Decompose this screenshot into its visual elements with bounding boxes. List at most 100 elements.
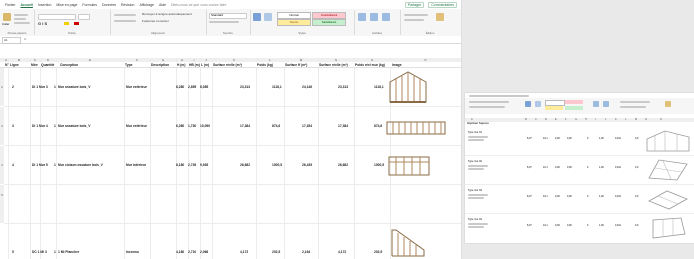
side-cell-val[interactable]: 1,00 [599, 195, 604, 198]
cell-hb[interactable]: 2,710 [188, 250, 196, 254]
merge-center-button[interactable]: Fusionner et centrer [142, 19, 169, 23]
insert-cells-icon[interactable] [358, 13, 366, 21]
cell-n[interactable]: 5 [12, 250, 14, 254]
name-box[interactable]: A1 [2, 37, 21, 44]
menu-fichier[interactable]: Fichier [5, 3, 16, 7]
side-cell-val[interactable]: 0,00 [555, 166, 560, 169]
side-cell-val[interactable]: 10,1 [543, 224, 548, 227]
bold-italic-underline-icons[interactable]: G I S [38, 21, 47, 26]
cell-poids-reel[interactable]: 874,6 [374, 124, 382, 128]
cell-hb[interactable]: 2,895 [188, 85, 196, 89]
menu-affichage[interactable]: Affichage [139, 3, 154, 7]
cell-conception[interactable]: Mur ossature bois_V [58, 85, 90, 89]
side-col-i[interactable]: I [595, 118, 596, 121]
side-col-o[interactable]: O [660, 118, 662, 121]
cell-ligne[interactable]: DC 1 Mi 3 [32, 250, 47, 254]
side-cell-val[interactable]: 0,00 [555, 224, 560, 227]
side-cell-val[interactable]: 0 [587, 224, 588, 227]
cell-poids-reel[interactable]: 1118,1 [374, 85, 384, 89]
style-normal[interactable]: Normal [277, 12, 311, 19]
side-cell-val[interactable]: 0,00 [567, 195, 572, 198]
side-cell-val[interactable]: 0,011 [615, 224, 621, 227]
side-cell-val[interactable]: 8,07 [527, 224, 532, 227]
cell-qty[interactable]: 1 [54, 250, 56, 254]
table-row[interactable]: 5 DC 1 Mi 3 1 1 Mi Plancher Inconnu 4,18… [4, 185, 461, 254]
cell-l[interactable]: 2,066 [200, 250, 208, 254]
side-table-row[interactable]: Type mur 04 8,07 10,1 0,00 0,00 0 1,00 0… [465, 214, 694, 242]
side-table-row[interactable]: Type mur 03 8,07 10,1 0,00 0,00 0 1,00 0… [465, 185, 694, 214]
cell-h[interactable]: 6,280 [176, 124, 184, 128]
fill-color-icon[interactable] [64, 22, 69, 25]
share-button[interactable]: Partager [404, 1, 425, 8]
format-cells-icon[interactable] [382, 13, 390, 21]
cell-qty[interactable]: 1 [54, 124, 56, 128]
side-table-row[interactable]: Type mur 02 8,07 10,1 0,00 0,00 0 1,00 0… [465, 156, 694, 185]
cell-surface-reelle[interactable]: 23,313 [338, 85, 348, 89]
side-cell-val[interactable]: 0,011 [615, 166, 621, 169]
cell-poids[interactable]: 1118,1 [272, 85, 282, 89]
cell-surface[interactable]: 17,384 [240, 124, 250, 128]
side-cell-val[interactable]: 0,0 [635, 166, 638, 169]
menu-donnees[interactable]: Données [102, 3, 116, 7]
cell-qty[interactable]: 1 [54, 163, 56, 167]
side-cell-val[interactable]: 0,00 [567, 224, 572, 227]
side-cell-val[interactable]: 10,1 [543, 195, 548, 198]
cell-surface-reelle[interactable]: 26,682 [338, 163, 348, 167]
side-cell-desc[interactable]: Type mur 02 [468, 160, 482, 163]
cell-type[interactable]: Mur intérieur [126, 163, 146, 167]
side-col-d[interactable]: D [545, 118, 547, 121]
cell-conception[interactable]: Mur ossature bois_V [58, 124, 90, 128]
side-col-a[interactable]: A [471, 118, 473, 121]
side-cell-val[interactable]: 0,00 [555, 137, 560, 140]
cell-conception[interactable]: Mur cloison ossature bois_V [58, 163, 103, 167]
side-cells-icon-2[interactable] [603, 101, 609, 107]
cell-h[interactable]: 4,180 [176, 250, 184, 254]
cell-type[interactable]: Inconnu [126, 250, 139, 254]
menu-formules[interactable]: Formules [82, 3, 97, 7]
side-style-good[interactable] [565, 106, 583, 110]
side-col-n[interactable]: N [645, 118, 647, 121]
side-cell-desc[interactable]: Type mur 03 [468, 189, 482, 192]
side-cell-desc[interactable]: Type mur 01 [468, 131, 482, 134]
side-cell-val[interactable]: 8,07 [527, 195, 532, 198]
side-cell-val[interactable]: 0 [587, 166, 588, 169]
cell-h[interactable]: 8,280 [176, 85, 184, 89]
wrap-text-button[interactable]: Renvoyer à la ligne automatiquement [142, 12, 192, 16]
cell-poids-reel[interactable]: 202,5 [374, 250, 382, 254]
cell-l[interactable]: 8,085 [200, 85, 208, 89]
side-cell-val[interactable]: 8,07 [527, 137, 532, 140]
format-table-icon[interactable] [264, 13, 272, 21]
side-col-g[interactable]: G [575, 118, 577, 121]
cell-surface[interactable]: 23,313 [240, 85, 250, 89]
side-cells-icon[interactable] [593, 101, 599, 107]
side-col-k[interactable]: K [615, 118, 617, 121]
side-cell-val[interactable]: 0,00 [567, 166, 572, 169]
comments-button[interactable]: Commentaires [428, 1, 457, 8]
cell-surface[interactable]: 4,172 [240, 250, 248, 254]
side-cell-val[interactable]: 0 [587, 137, 588, 140]
cell-surface-reelle[interactable]: 17,384 [338, 124, 348, 128]
cell-surface[interactable]: 26,682 [240, 163, 250, 167]
side-cell-val[interactable]: 0,011 [615, 137, 621, 140]
menu-aide[interactable]: Aide [159, 3, 166, 7]
cell-n[interactable]: 4 [12, 163, 14, 167]
side-cell-val[interactable]: 0 [587, 195, 588, 198]
cell-h[interactable]: 8,180 [176, 163, 184, 167]
side-sort-icon[interactable] [665, 101, 671, 107]
side-style-neutral[interactable] [545, 106, 563, 110]
side-cell-val[interactable]: 0,00 [567, 137, 572, 140]
side-cell-val[interactable]: 0,00 [555, 195, 560, 198]
side-col-j[interactable]: J [605, 118, 606, 121]
style-neutral[interactable]: Neutre [277, 19, 311, 26]
side-cell-val[interactable]: 0,0 [635, 137, 638, 140]
style-good[interactable]: Satisfaisant [312, 19, 346, 26]
side-table-icon[interactable] [535, 101, 541, 107]
side-cell-val[interactable]: 8,07 [527, 166, 532, 169]
side-col-h[interactable]: H [585, 118, 587, 121]
side-cell-val[interactable]: 10,1 [543, 137, 548, 140]
cell-conception[interactable]: 1 Mi Plancher [58, 250, 79, 254]
cell-l[interactable]: 9,935 [200, 163, 208, 167]
number-format-select[interactable]: Standard [211, 13, 223, 17]
font-color-icon[interactable] [74, 22, 79, 25]
cell-n[interactable]: 2 [12, 85, 14, 89]
